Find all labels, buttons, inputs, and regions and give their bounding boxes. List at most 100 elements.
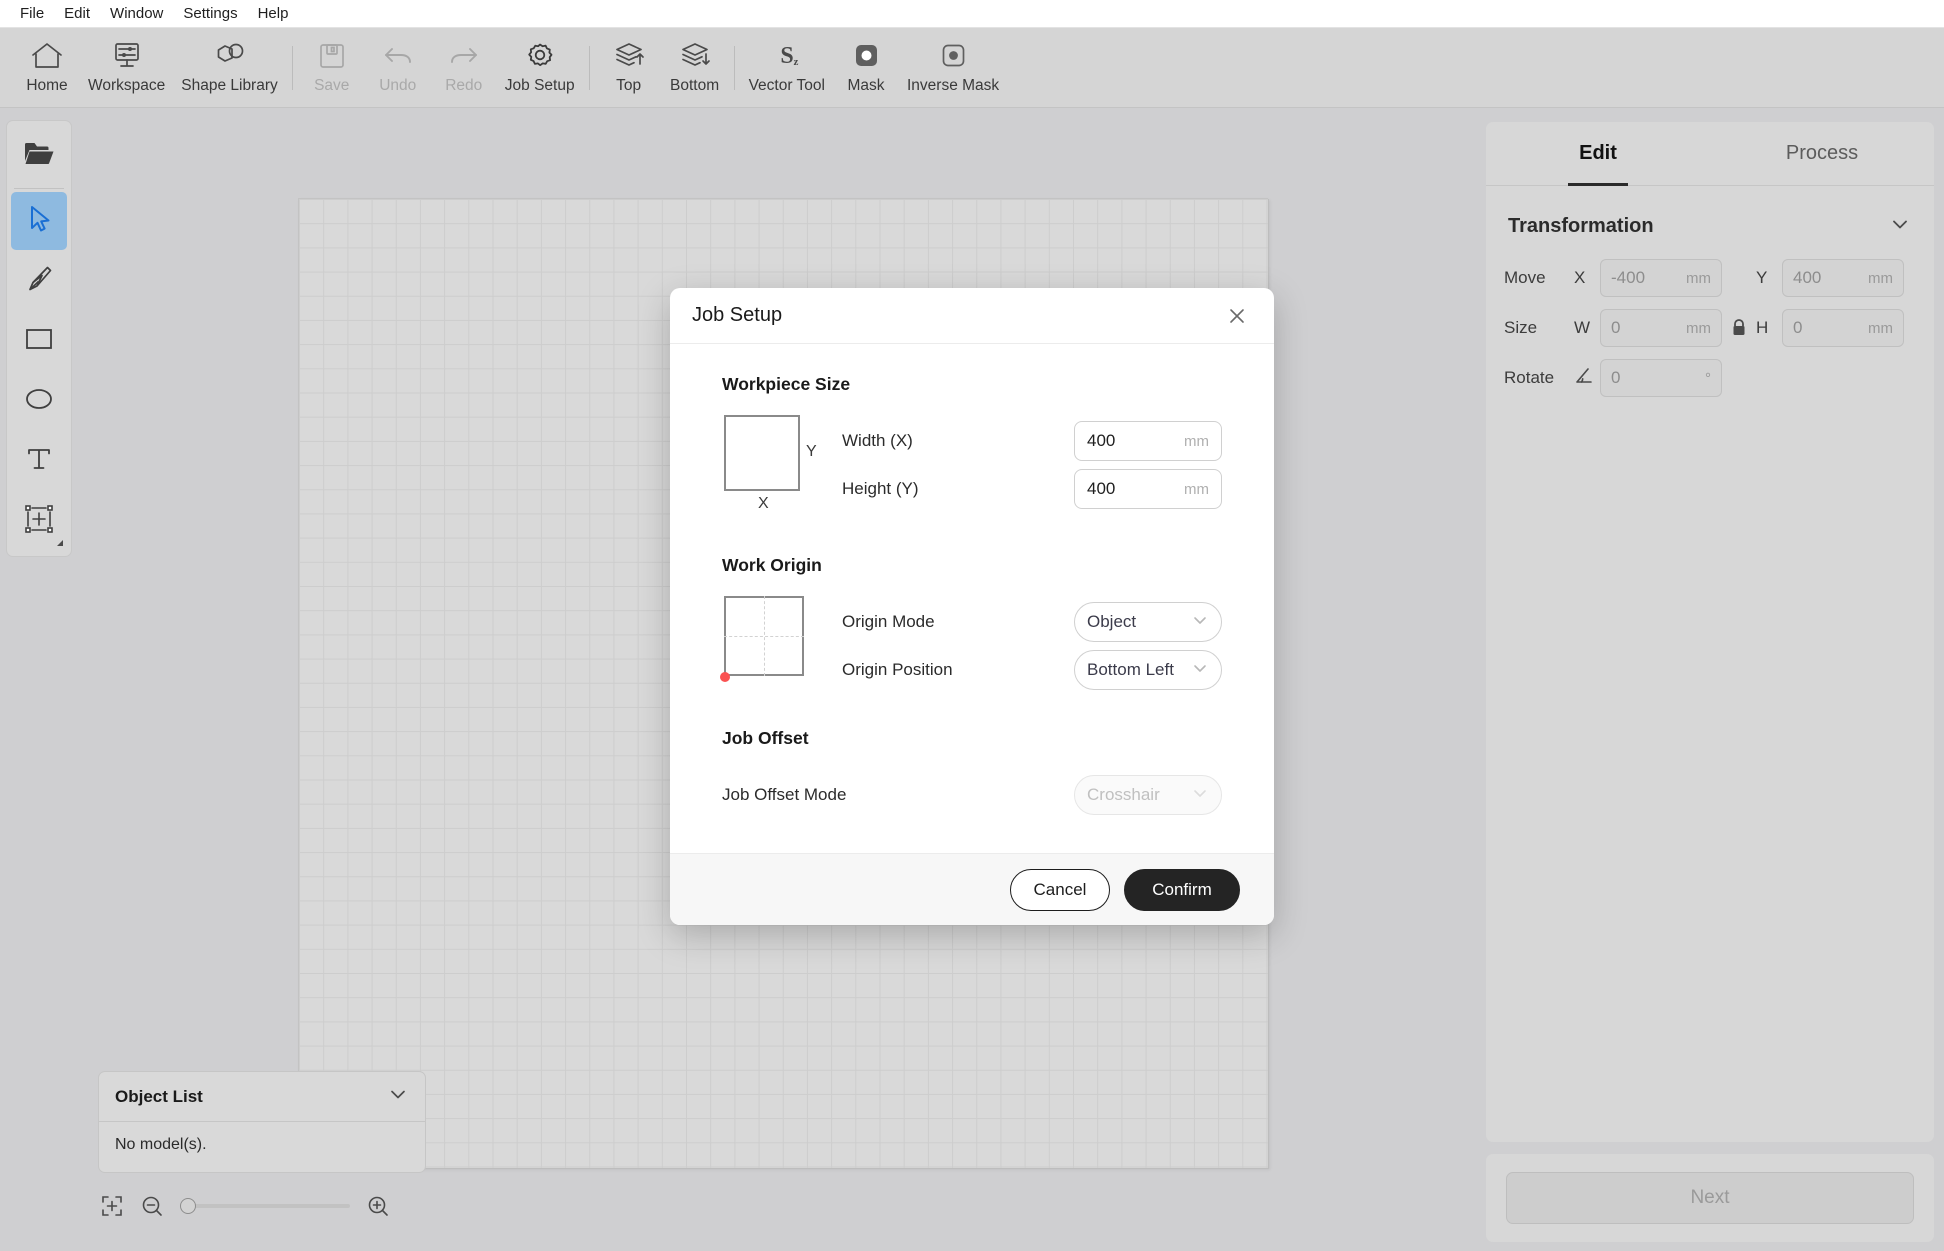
toolbar-shape-library-button[interactable]: Shape Library <box>173 35 286 101</box>
main-toolbar: Home Workspace Shape Library Save Undo R… <box>0 28 1944 108</box>
toolbar-job-setup-button[interactable]: Job Setup <box>497 35 583 101</box>
tab-process[interactable]: Process <box>1710 122 1934 185</box>
save-icon <box>316 40 348 72</box>
toolbar-redo-label: Redo <box>445 77 483 94</box>
transformation-header[interactable]: Transformation <box>1486 186 1934 253</box>
confirm-button-label: Confirm <box>1152 879 1212 899</box>
move-y-input[interactable]: 400 mm <box>1782 259 1904 297</box>
angle-icon <box>1574 366 1600 391</box>
work-origin-diagram <box>720 594 818 694</box>
menu-item-edit[interactable]: Edit <box>54 3 100 25</box>
toolbar-save-button[interactable]: Save <box>299 35 365 101</box>
sidebar-item-add-shape[interactable] <box>11 492 67 550</box>
toolbar-workspace-button[interactable]: Workspace <box>80 35 173 101</box>
toolbar-vector-tool-label: Vector Tool <box>748 77 825 94</box>
layer-down-icon <box>678 40 712 72</box>
toolbar-inverse-mask-button[interactable]: Inverse Mask <box>899 35 1007 101</box>
workpiece-diagram: Y X <box>722 413 817 521</box>
job-offset-mode-row: Job Offset Mode Crosshair <box>722 771 1222 819</box>
zoom-slider-knob[interactable] <box>180 1198 196 1214</box>
zoom-slider-track <box>190 1204 350 1208</box>
rotate-unit: ° <box>1705 369 1711 387</box>
gear-icon <box>524 40 556 72</box>
fit-to-screen-icon[interactable] <box>100 1194 124 1218</box>
move-x-value: -400 <box>1611 268 1646 287</box>
menu-item-window[interactable]: Window <box>100 3 173 25</box>
move-y-axis-label: Y <box>1756 268 1768 287</box>
move-x-unit: mm <box>1686 269 1711 287</box>
width-value: 400 <box>1087 431 1116 450</box>
shape-library-icon <box>213 40 247 72</box>
height-label: Height (Y) <box>842 479 919 498</box>
next-button-label: Next <box>1690 1187 1730 1208</box>
origin-position-select[interactable]: Bottom Left <box>1074 650 1222 690</box>
toolbar-bottom-label: Bottom <box>670 77 720 94</box>
dialog-title: Job Setup <box>692 304 783 326</box>
chevron-down-icon[interactable] <box>1888 212 1912 241</box>
toolbar-bottom-button[interactable]: Bottom <box>662 35 728 101</box>
chevron-down-icon <box>1191 784 1209 807</box>
chevron-down-icon <box>1191 611 1209 634</box>
object-list-empty-text: No model(s). <box>115 1136 207 1153</box>
rotate-input[interactable]: 0 ° <box>1600 359 1722 397</box>
transformation-title: Transformation <box>1508 215 1654 237</box>
toolbar-vector-tool-button[interactable]: S z Vector Tool <box>741 35 833 101</box>
zoom-controls <box>100 1189 390 1223</box>
tab-edit[interactable]: Edit <box>1486 122 1710 185</box>
move-x-input[interactable]: -400 mm <box>1600 259 1722 297</box>
size-w-unit: mm <box>1686 319 1711 337</box>
width-row: Width (X) 400 mm <box>842 417 1222 465</box>
job-offset-title: Job Offset <box>722 728 809 748</box>
menu-bar: File Edit Window Settings Help <box>0 0 1944 28</box>
job-offset-mode-label: Job Offset Mode <box>722 785 847 804</box>
svg-text:z: z <box>793 56 798 68</box>
cursor-arrow-icon <box>24 203 54 240</box>
menu-item-settings[interactable]: Settings <box>173 3 247 25</box>
sidebar-item-rectangle[interactable] <box>11 312 67 370</box>
toolbar-home-button[interactable]: Home <box>14 35 80 101</box>
job-offset-mode-value: Crosshair <box>1087 785 1160 804</box>
menu-item-help[interactable]: Help <box>248 3 299 25</box>
object-list-header[interactable]: Object List <box>99 1072 425 1122</box>
job-offset-mode-select[interactable]: Crosshair <box>1074 775 1222 815</box>
width-label: Width (X) <box>842 431 913 450</box>
lock-closed-icon[interactable] <box>1722 318 1756 338</box>
toolbar-save-label: Save <box>314 77 350 94</box>
zoom-in-icon[interactable] <box>366 1194 390 1218</box>
zoom-slider[interactable] <box>180 1197 350 1215</box>
toolbar-workspace-label: Workspace <box>88 77 166 94</box>
cancel-button[interactable]: Cancel <box>1010 868 1110 911</box>
object-list-panel: Object List No model(s). <box>98 1071 426 1173</box>
toolbar-top-button[interactable]: Top <box>596 35 662 101</box>
dialog-footer: Cancel Confirm <box>670 853 1274 925</box>
size-h-input[interactable]: 0 mm <box>1782 309 1904 347</box>
sidebar-item-text[interactable] <box>11 432 67 490</box>
toolbar-undo-button[interactable]: Undo <box>365 35 431 101</box>
close-icon[interactable] <box>1222 301 1252 331</box>
zoom-out-icon[interactable] <box>140 1194 164 1218</box>
sidebar-item-ellipse[interactable] <box>11 372 67 430</box>
toolbar-job-setup-label: Job Setup <box>504 77 575 94</box>
height-unit: mm <box>1184 480 1209 498</box>
size-row: Size W 0 mm H 0 mm <box>1486 303 1934 353</box>
chevron-down-icon[interactable] <box>387 1083 409 1110</box>
height-input[interactable]: 400 mm <box>1074 469 1222 509</box>
sidebar-item-pen[interactable] <box>11 252 67 310</box>
workspace-icon <box>110 40 144 72</box>
width-unit: mm <box>1184 432 1209 450</box>
next-button[interactable]: Next <box>1506 1172 1914 1224</box>
next-button-card: Next <box>1486 1154 1934 1242</box>
dialog-body: Workpiece Size Y X Width (X) 400 mm Heig… <box>670 344 1274 853</box>
toolbar-redo-button[interactable]: Redo <box>431 35 497 101</box>
menu-item-file[interactable]: File <box>10 3 54 25</box>
workpiece-diagram-col: Y X <box>722 413 842 521</box>
height-row: Height (Y) 400 mm <box>842 465 1222 513</box>
size-w-input[interactable]: 0 mm <box>1600 309 1722 347</box>
confirm-button[interactable]: Confirm <box>1124 868 1240 911</box>
sidebar-item-select[interactable] <box>11 192 67 250</box>
sidebar-item-open-file[interactable] <box>11 127 67 185</box>
width-input[interactable]: 400 mm <box>1074 421 1222 461</box>
cancel-button-label: Cancel <box>1033 879 1087 899</box>
origin-mode-select[interactable]: Object <box>1074 602 1222 642</box>
toolbar-mask-button[interactable]: Mask <box>833 35 899 101</box>
